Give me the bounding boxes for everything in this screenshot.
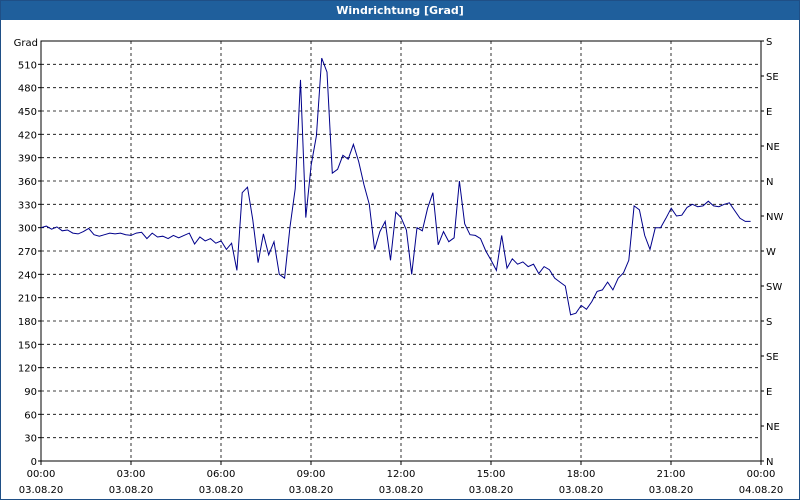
x-tick-date: 03.08.20 [469,485,514,496]
right-tick-label: N [766,177,773,188]
right-tick-label: SW [766,282,782,293]
series-layer [40,57,751,316]
right-tick-label: W [766,247,776,258]
y-tick-label: 0 [31,457,37,468]
right-tick-label: S [766,317,772,328]
y-axis-title: Grad [14,38,38,49]
x-tick-date: 03.08.20 [559,485,604,496]
y-tick-label: 180 [18,317,37,328]
y-tick-label: 390 [18,154,37,165]
right-tick-label: SE [766,352,779,363]
y-tick-label: 510 [18,60,37,71]
x-tick-time: 15:00 [477,469,506,480]
right-axis-ticks: N NE E SE S SW W NW N NE E SE S [761,37,783,468]
y-tick-label: 360 [18,177,37,188]
x-tick-time: 03:00 [117,469,146,480]
right-tick-label: SE [766,72,779,83]
x-tick-time: 00:00 [747,469,776,480]
y-tick-label: 150 [18,340,37,351]
y-tick-label: 420 [18,130,37,141]
y-tick-label: 60 [24,410,37,421]
y-axis-ticks: 0 30 60 90 120 150 180 210 240 270 300 330 360 390 420… [18,60,41,468]
right-tick-label: NW [766,212,783,223]
x-tick-time: 12:00 [387,469,416,480]
x-tick-time: 21:00 [657,469,686,480]
y-tick-label: 270 [18,247,37,258]
y-tick-label: 30 [24,434,37,445]
wind-direction-chart: Grad 0 30 60 90 120 150 180 210 240 270 300 330 360 3… [14,37,784,496]
x-tick-time: 06:00 [207,469,236,480]
x-tick-time: 00:00 [27,469,56,480]
x-tick-date: 03.08.20 [109,485,154,496]
y-tick-label: 450 [18,107,37,118]
y-tick-label: 330 [18,200,37,211]
x-tick-time: 18:00 [567,469,596,480]
y-tick-label: 120 [18,364,37,375]
y-tick-label: 480 [18,84,37,95]
right-tick-label: NE [766,422,780,433]
x-tick-date: 03.08.20 [199,485,244,496]
x-axis-ticks: 00:00 03.08.20 03:00 03.08.20 06:00 03.08.20 0… [19,461,784,496]
chart-window: Windrichtung [Grad] Grad 0 30 60 90 120 150 18… [0,0,800,500]
x-tick-date: 03.08.20 [649,485,694,496]
right-tick-label: E [766,107,772,118]
x-tick-date: 03.08.20 [19,485,64,496]
x-tick-date: 03.08.20 [289,485,334,496]
x-tick-time: 09:00 [297,469,326,480]
y-tick-label: 300 [18,224,37,235]
x-tick-date: 03.08.20 [379,485,424,496]
grid [41,41,761,461]
right-tick-label: S [766,37,772,48]
right-tick-label: N [766,457,773,468]
series-line-0 [40,57,751,316]
right-tick-label: E [766,387,772,398]
right-tick-label: NE [766,142,780,153]
y-tick-label: 210 [18,294,37,305]
x-tick-date: 04.08.20 [739,485,784,496]
y-tick-label: 240 [18,270,37,281]
y-tick-label: 90 [24,387,37,398]
